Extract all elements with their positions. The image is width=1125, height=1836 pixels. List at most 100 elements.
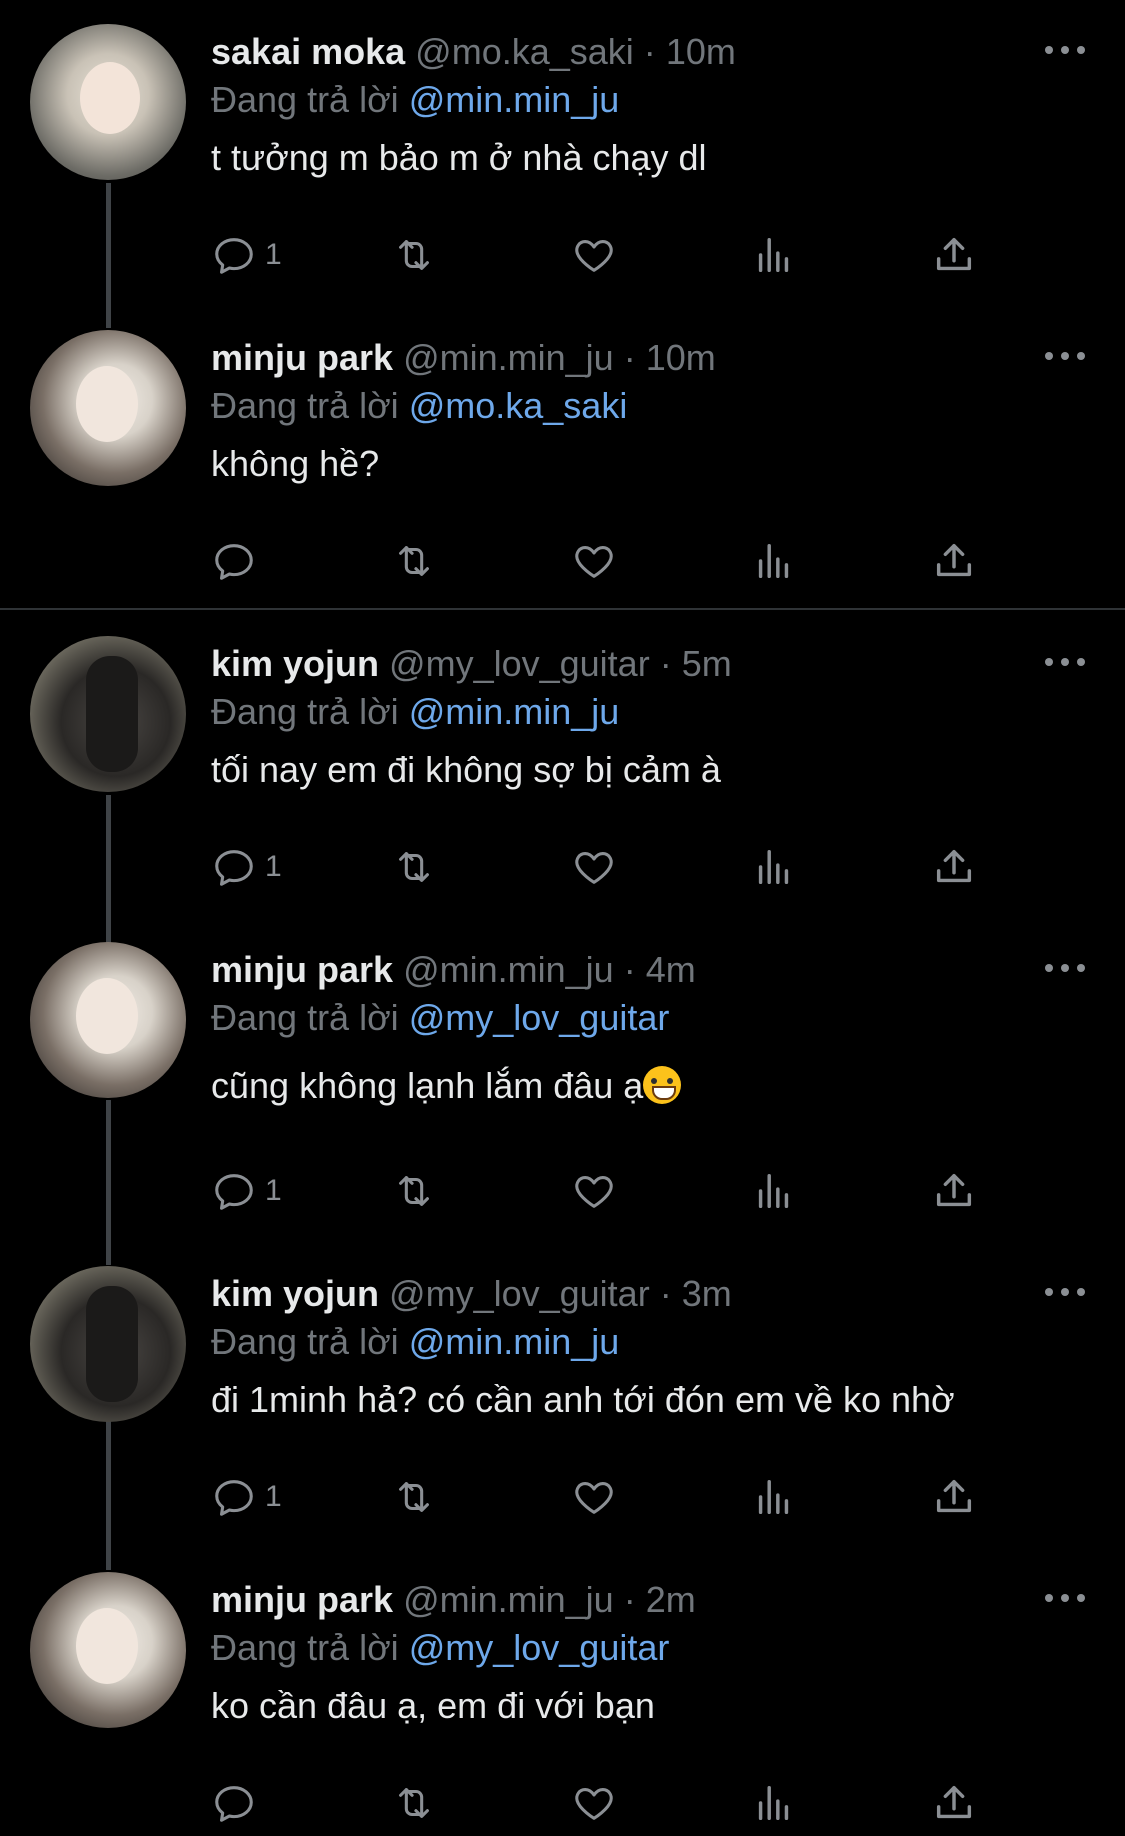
timestamp[interactable]: 10m <box>646 337 716 378</box>
grinning-sweat-emoji-icon <box>643 1066 682 1104</box>
tweet[interactable]: minju park @min.min_ju · 4m Đang trả lời… <box>0 918 1125 1238</box>
user-handle[interactable]: @my_lov_guitar <box>389 1273 650 1314</box>
tweet[interactable]: sakai moka @mo.ka_saki · 10m Đang trả lờ… <box>0 0 1125 320</box>
retweet-icon <box>399 1482 429 1512</box>
reply-button[interactable]: 1 <box>211 230 282 280</box>
share-button[interactable] <box>931 1778 977 1828</box>
display-name[interactable]: kim yojun <box>211 643 379 684</box>
more-icon[interactable] <box>1045 352 1085 364</box>
share-button[interactable] <box>931 1166 977 1216</box>
tweet-text: cũng không lạnh lắm đâu ạ <box>211 1065 644 1106</box>
retweet-button[interactable] <box>391 1778 437 1828</box>
views-button[interactable] <box>751 536 797 586</box>
views-button[interactable] <box>751 230 797 280</box>
like-button[interactable] <box>571 1778 617 1828</box>
like-button[interactable] <box>571 230 617 280</box>
like-button[interactable] <box>571 842 617 892</box>
display-name[interactable]: sakai moka <box>211 31 405 72</box>
user-handle[interactable]: @min.min_ju <box>403 337 614 378</box>
reply-prefix: Đang trả lời <box>211 1627 399 1668</box>
share-button[interactable] <box>931 1472 977 1522</box>
reply-icon <box>215 850 253 886</box>
separator-dot: · <box>659 1273 672 1314</box>
retweet-button[interactable] <box>391 230 437 280</box>
more-icon[interactable] <box>1045 964 1085 976</box>
separator-dot: · <box>659 643 672 684</box>
reply-mention[interactable]: @min.min_ju <box>409 1321 620 1362</box>
action-bar: 1 <box>211 1472 991 1522</box>
reply-count: 1 <box>265 1174 282 1207</box>
avatar[interactable] <box>30 330 186 486</box>
tweet[interactable]: minju park @min.min_ju · 10m Đang trả lờ… <box>0 306 1125 606</box>
reply-prefix: Đang trả lời <box>211 997 399 1038</box>
timestamp[interactable]: 2m <box>646 1579 696 1620</box>
reply-icon <box>215 1480 253 1516</box>
display-name[interactable]: minju park <box>211 1579 393 1620</box>
retweet-button[interactable] <box>391 1472 437 1522</box>
avatar[interactable] <box>30 942 186 1098</box>
views-button[interactable] <box>751 1166 797 1216</box>
tweet[interactable]: kim yojun @my_lov_guitar · 5m Đang trả l… <box>0 612 1125 932</box>
timestamp[interactable]: 10m <box>666 31 736 72</box>
like-icon <box>575 852 613 884</box>
retweet-button[interactable] <box>391 842 437 892</box>
views-icon <box>758 849 789 885</box>
reply-mention[interactable]: @min.min_ju <box>409 79 620 120</box>
views-button[interactable] <box>751 1472 797 1522</box>
action-bar <box>211 536 991 586</box>
retweet-icon <box>399 546 429 576</box>
more-icon[interactable] <box>1045 1594 1085 1606</box>
display-name[interactable]: minju park <box>211 337 393 378</box>
more-icon[interactable] <box>1045 1288 1085 1300</box>
like-icon <box>575 1482 613 1514</box>
separator-dot: · <box>623 1579 636 1620</box>
display-name[interactable]: minju park <box>211 949 393 990</box>
timestamp[interactable]: 5m <box>682 643 732 684</box>
display-name[interactable]: kim yojun <box>211 1273 379 1314</box>
more-icon[interactable] <box>1045 658 1085 670</box>
timestamp[interactable]: 3m <box>682 1273 732 1314</box>
like-button[interactable] <box>571 536 617 586</box>
views-button[interactable] <box>751 1778 797 1828</box>
user-handle[interactable]: @mo.ka_saki <box>415 31 634 72</box>
timestamp[interactable]: 4m <box>646 949 696 990</box>
like-button[interactable] <box>571 1472 617 1522</box>
tweet[interactable]: kim yojun @my_lov_guitar · 3m Đang trả l… <box>0 1242 1125 1562</box>
user-handle[interactable]: @min.min_ju <box>403 1579 614 1620</box>
reply-mention[interactable]: @my_lov_guitar <box>409 1627 670 1668</box>
views-icon <box>758 1173 789 1209</box>
avatar[interactable] <box>30 1572 186 1728</box>
more-icon[interactable] <box>1045 46 1085 58</box>
share-button[interactable] <box>931 536 977 586</box>
reply-button[interactable] <box>211 1778 265 1828</box>
avatar[interactable] <box>30 24 186 180</box>
share-button[interactable] <box>931 842 977 892</box>
reply-mention[interactable]: @mo.ka_saki <box>409 385 628 426</box>
like-icon <box>575 1788 613 1820</box>
retweet-icon <box>399 1788 429 1818</box>
reply-count: 1 <box>265 850 282 883</box>
user-handle[interactable]: @min.min_ju <box>403 949 614 990</box>
retweet-button[interactable] <box>391 1166 437 1216</box>
tweet[interactable]: minju park @min.min_ju · 2m Đang trả lời… <box>0 1548 1125 1836</box>
retweet-button[interactable] <box>391 536 437 586</box>
avatar[interactable] <box>30 1266 186 1422</box>
reply-button[interactable] <box>211 536 265 586</box>
like-icon <box>575 1176 613 1208</box>
share-button[interactable] <box>931 230 977 280</box>
reply-count: 1 <box>265 238 282 271</box>
retweet-icon <box>399 1176 429 1206</box>
reply-mention[interactable]: @my_lov_guitar <box>409 997 670 1038</box>
action-bar <box>211 1778 991 1828</box>
reply-mention[interactable]: @min.min_ju <box>409 691 620 732</box>
reply-button[interactable]: 1 <box>211 1166 282 1216</box>
reply-count: 1 <box>265 1480 282 1513</box>
reply-prefix: Đang trả lời <box>211 1321 399 1362</box>
separator-dot: · <box>623 337 636 378</box>
like-button[interactable] <box>571 1166 617 1216</box>
reply-button[interactable]: 1 <box>211 1472 282 1522</box>
user-handle[interactable]: @my_lov_guitar <box>389 643 650 684</box>
views-button[interactable] <box>751 842 797 892</box>
reply-button[interactable]: 1 <box>211 842 282 892</box>
avatar[interactable] <box>30 636 186 792</box>
